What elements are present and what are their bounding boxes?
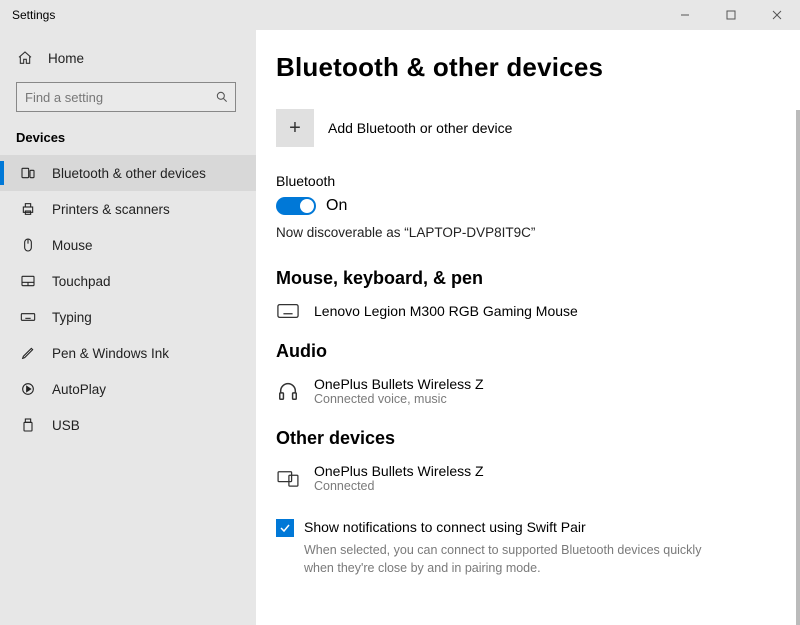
- minimize-button[interactable]: [662, 0, 708, 30]
- device-name: OnePlus Bullets Wireless Z: [314, 376, 484, 392]
- plus-icon: +: [276, 109, 314, 147]
- sidebar-item-label: Printers & scanners: [52, 202, 170, 217]
- bluetooth-toggle[interactable]: [276, 197, 316, 215]
- sidebar-item-label: USB: [52, 418, 80, 433]
- sidebar: Home Devices Bluetooth & other devices: [0, 30, 256, 625]
- device-name: OnePlus Bullets Wireless Z: [314, 463, 484, 479]
- window-controls: [662, 0, 800, 30]
- keyboard-icon: [20, 309, 36, 325]
- page-title: Bluetooth & other devices: [276, 52, 800, 83]
- device-row[interactable]: Lenovo Legion M300 RGB Gaming Mouse: [276, 301, 800, 341]
- close-icon: [772, 10, 782, 20]
- device-status: Connected voice, music: [314, 392, 484, 406]
- bluetooth-label: Bluetooth: [276, 173, 800, 189]
- device-row[interactable]: OnePlus Bullets Wireless Z Connected voi…: [276, 374, 800, 428]
- body: Home Devices Bluetooth & other devices: [0, 30, 800, 625]
- window-title: Settings: [12, 8, 55, 22]
- device-info: OnePlus Bullets Wireless Z Connected voi…: [314, 376, 484, 406]
- device-name: Lenovo Legion M300 RGB Gaming Mouse: [314, 303, 578, 319]
- usb-icon: [20, 417, 36, 433]
- section-other-heading: Other devices: [276, 428, 800, 449]
- sidebar-section-label: Devices: [0, 124, 256, 155]
- bluetooth-toggle-row: On: [276, 197, 800, 215]
- maximize-icon: [726, 10, 736, 20]
- headphones-icon: [276, 380, 300, 402]
- sidebar-item-usb[interactable]: USB: [0, 407, 256, 443]
- device-info: Lenovo Legion M300 RGB Gaming Mouse: [314, 303, 578, 319]
- touchpad-icon: [20, 273, 36, 289]
- discoverable-text: Now discoverable as “LAPTOP-DVP8IT9C”: [276, 225, 800, 240]
- generic-device-icon: [276, 469, 300, 487]
- sidebar-item-mouse[interactable]: Mouse: [0, 227, 256, 263]
- sidebar-item-label: Bluetooth & other devices: [52, 166, 206, 181]
- sidebar-item-typing[interactable]: Typing: [0, 299, 256, 335]
- device-info: OnePlus Bullets Wireless Z Connected: [314, 463, 484, 493]
- section-audio-heading: Audio: [276, 341, 800, 362]
- sidebar-item-label: Pen & Windows Ink: [52, 346, 169, 361]
- checkbox-checked-icon: [276, 519, 294, 537]
- sidebar-item-autoplay[interactable]: AutoPlay: [0, 371, 256, 407]
- swift-pair-label: Show notifications to connect using Swif…: [304, 519, 586, 535]
- swift-pair-description: When selected, you can connect to suppor…: [304, 541, 734, 577]
- minimize-icon: [680, 10, 690, 20]
- device-row[interactable]: OnePlus Bullets Wireless Z Connected: [276, 461, 800, 515]
- printer-icon: [20, 201, 36, 217]
- search-field[interactable]: [16, 82, 236, 112]
- search-container: [0, 76, 256, 124]
- close-button[interactable]: [754, 0, 800, 30]
- settings-window: Settings Home: [0, 0, 800, 625]
- sidebar-item-label: Typing: [52, 310, 92, 325]
- add-device-button[interactable]: + Add Bluetooth or other device: [276, 109, 800, 147]
- search-icon: [209, 90, 235, 104]
- device-status: Connected: [314, 479, 484, 493]
- pen-icon: [20, 345, 36, 361]
- home-nav[interactable]: Home: [0, 40, 256, 76]
- maximize-button[interactable]: [708, 0, 754, 30]
- add-device-label: Add Bluetooth or other device: [328, 120, 512, 136]
- sidebar-item-touchpad[interactable]: Touchpad: [0, 263, 256, 299]
- home-label: Home: [48, 51, 84, 66]
- home-icon: [16, 50, 34, 66]
- bluetooth-devices-icon: [20, 165, 36, 181]
- bluetooth-state: On: [326, 197, 347, 215]
- mouse-icon: [20, 237, 36, 253]
- titlebar: Settings: [0, 0, 800, 30]
- sidebar-item-printers[interactable]: Printers & scanners: [0, 191, 256, 227]
- sidebar-item-label: Touchpad: [52, 274, 111, 289]
- sidebar-item-bluetooth[interactable]: Bluetooth & other devices: [0, 155, 256, 191]
- search-input[interactable]: [17, 90, 209, 105]
- section-mouse-heading: Mouse, keyboard, & pen: [276, 268, 800, 289]
- autoplay-icon: [20, 381, 36, 397]
- keyboard-device-icon: [276, 303, 300, 319]
- swift-pair-checkbox[interactable]: Show notifications to connect using Swif…: [276, 519, 731, 537]
- sidebar-items: Bluetooth & other devices Printers & sca…: [0, 155, 256, 625]
- sidebar-item-label: Mouse: [52, 238, 93, 253]
- scrollbar[interactable]: [796, 110, 800, 625]
- content-pane: Bluetooth & other devices + Add Bluetoot…: [256, 30, 800, 625]
- sidebar-item-label: AutoPlay: [52, 382, 106, 397]
- sidebar-item-pen[interactable]: Pen & Windows Ink: [0, 335, 256, 371]
